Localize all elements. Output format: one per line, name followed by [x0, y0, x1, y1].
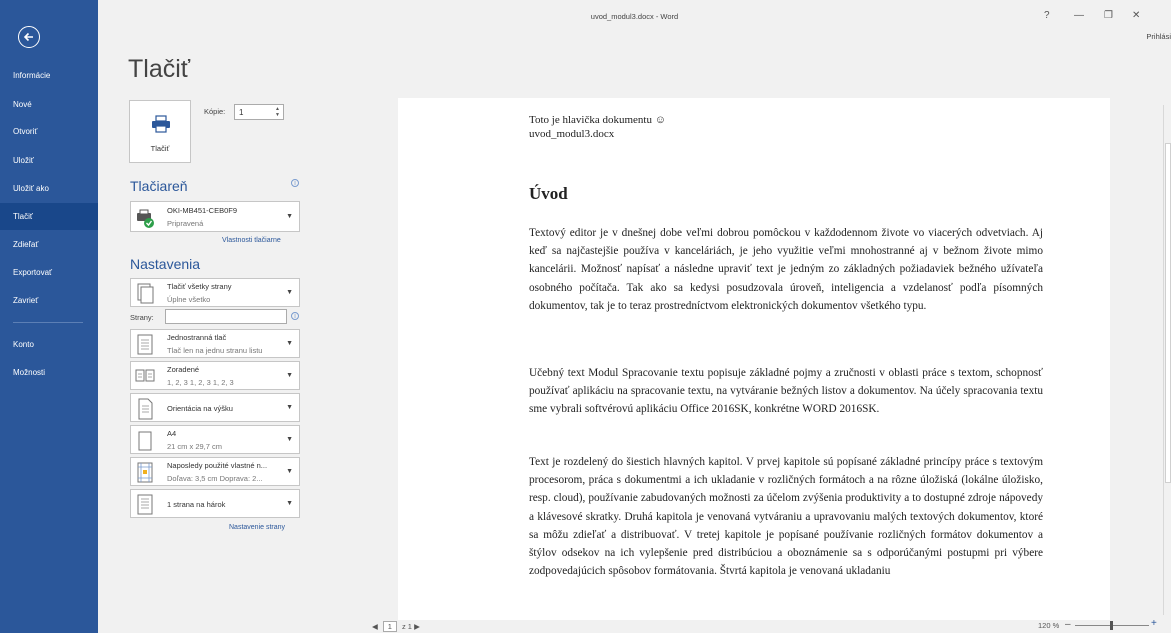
back-arrow-icon[interactable] [18, 26, 40, 48]
copies-label: Kópie: [204, 107, 226, 116]
chevron-down-icon: ▼ [286, 340, 293, 347]
info-icon[interactable]: i [291, 312, 299, 320]
chevron-down-icon: ▼ [286, 372, 293, 379]
zoom-in-button[interactable]: + [1151, 618, 1157, 629]
chevron-down-icon: ▼ [286, 468, 293, 475]
orientation-value: Orientácia na výšku [167, 404, 233, 413]
window-title: uvod_modul3.docx - Word [590, 12, 679, 21]
printer-section-title: Tlačiareň [130, 178, 188, 194]
print-range-desc: Úplne všetko [167, 295, 211, 304]
sidebar-item-options[interactable]: Možnosti [0, 359, 98, 386]
chevron-down-icon: ▼ [286, 500, 293, 507]
sidebar-item-close[interactable]: Zavrieť [0, 287, 98, 314]
print-button[interactable]: Tlačiť [129, 100, 191, 163]
previous-page-button[interactable]: ◀ [372, 622, 378, 631]
paper-size-desc: 21 cm x 29,7 cm [167, 442, 223, 451]
printer-status: Pripravená [167, 219, 204, 228]
copies-value: 1 [239, 108, 244, 117]
printer-dropdown[interactable]: OKI-MB451-CEB0F9 Pripravená ▼ [130, 201, 300, 232]
document-paragraph: Text je rozdelený do šiestich hlavných k… [529, 456, 1043, 578]
zoom-out-button[interactable]: – [1065, 619, 1071, 630]
pages-per-sheet-dropdown[interactable]: 1 strana na hárok ▼ [130, 489, 300, 518]
minimize-button[interactable]: — [1074, 10, 1084, 21]
document-header-filename: uvod_modul3.docx [529, 128, 615, 140]
margins-dropdown[interactable]: Naposledy použité vlastné n... Doľava: 3… [130, 457, 300, 486]
sides-desc: Tlač len na jednu stranu listu [167, 346, 263, 355]
copies-stepper[interactable]: 1 ▲ ▼ [234, 104, 284, 120]
close-button[interactable]: ✕ [1132, 10, 1140, 21]
chevron-down-icon: ▼ [286, 436, 293, 443]
margins-icon [137, 462, 153, 483]
next-page-button[interactable]: ▶ [414, 622, 420, 631]
sides-dropdown[interactable]: Jednostranná tlač Tlač len na jednu stra… [130, 329, 300, 358]
print-button-label: Tlačiť [150, 144, 170, 153]
vertical-scrollbar[interactable] [1163, 105, 1171, 615]
settings-section-title: Nastavenia [130, 256, 201, 272]
collated-icon [135, 369, 155, 382]
paper-size-dropdown[interactable]: A4 21 cm x 29,7 cm ▼ [130, 425, 300, 454]
backstage-sidebar: Informácie Nové Otvoriť Uložiť Uložiť ak… [0, 0, 98, 633]
margins-desc: Doľava: 3,5 cm Doprava: 2... [167, 474, 263, 483]
printer-ready-icon [137, 209, 154, 228]
pages-icon [137, 283, 154, 304]
sidebar-divider [13, 322, 83, 323]
scrollbar-thumb[interactable] [1165, 143, 1171, 483]
title-bar: uvod_modul3.docx - Word ? — ❐ ✕ Prihlási [98, 0, 1171, 41]
printer-icon [152, 115, 170, 133]
pages-per-sheet-value: 1 strana na hárok [167, 500, 226, 509]
margins-value: Naposledy použité vlastné n... [167, 461, 268, 470]
page-number-input[interactable]: 1 [382, 621, 397, 632]
printer-properties-link[interactable]: Vlastnosti tlačiarne [222, 237, 281, 244]
one-sided-icon [137, 334, 153, 355]
spin-arrows-icon[interactable]: ▲ ▼ [275, 106, 280, 118]
print-preview-page: Toto je hlavička dokumentu ☺ uvod_modul3… [398, 98, 1110, 620]
help-button[interactable]: ? [1044, 10, 1050, 21]
pages-label: Strany: [130, 313, 154, 322]
sidebar-item-share[interactable]: Zdieľať [0, 231, 98, 258]
sidebar-item-export[interactable]: Exportovať [0, 259, 98, 286]
info-icon[interactable]: i [291, 179, 299, 187]
page-count: z 1 [401, 622, 412, 631]
print-range-value: Tlačiť všetky strany [167, 282, 232, 291]
document-heading: Úvod [529, 184, 568, 203]
paper-size-value: A4 [167, 429, 177, 438]
document-paragraph: Textový editor je v dnešnej dobe veľmi d… [529, 227, 1043, 312]
pages-input[interactable] [165, 309, 287, 324]
chevron-down-icon: ▼ [286, 289, 293, 296]
pages-per-sheet-icon [137, 494, 153, 515]
sidebar-item-save-as[interactable]: Uložiť ako [0, 175, 98, 202]
collation-dropdown[interactable]: Zoradené 1, 2, 3 1, 2, 3 1, 2, 3 ▼ [130, 361, 300, 390]
chevron-down-icon: ▼ [286, 213, 293, 220]
sides-value: Jednostranná tlač [167, 333, 227, 342]
sign-in-link[interactable]: Prihlási [1146, 32, 1171, 41]
sidebar-item-info[interactable]: Informácie [0, 62, 98, 89]
sidebar-item-account[interactable]: Konto [0, 331, 98, 358]
sidebar-item-save[interactable]: Uložiť [0, 147, 98, 174]
chevron-down-icon: ▼ [286, 404, 293, 411]
zoom-level[interactable]: 120 % [1038, 621, 1059, 630]
sidebar-item-new[interactable]: Nové [0, 91, 98, 118]
paper-size-icon [138, 431, 152, 451]
printer-name: OKI-MB451-CEB0F9 [167, 206, 238, 215]
page-navigator: ◀ 1 z 1 ▶ [372, 621, 420, 632]
collation-desc: 1, 2, 3 1, 2, 3 1, 2, 3 [167, 378, 234, 387]
portrait-page-icon [138, 398, 153, 420]
orientation-dropdown[interactable]: Orientácia na výšku ▼ [130, 393, 300, 422]
document-header-line: Toto je hlavička dokumentu ☺ [529, 114, 666, 126]
page-title: Tlačiť [128, 55, 191, 83]
print-range-dropdown[interactable]: Tlačiť všetky strany Úplne všetko ▼ [130, 278, 300, 307]
zoom-slider-thumb[interactable] [1110, 621, 1113, 630]
sidebar-item-open[interactable]: Otvoriť [0, 118, 98, 145]
page-setup-link[interactable]: Nastavenie strany [229, 524, 285, 531]
sidebar-item-print[interactable]: Tlačiť [0, 203, 98, 230]
restore-button[interactable]: ❐ [1104, 10, 1113, 21]
document-paragraph: Učebný text Modul Spracovanie textu popi… [529, 367, 1043, 416]
collation-value: Zoradené [167, 365, 200, 374]
